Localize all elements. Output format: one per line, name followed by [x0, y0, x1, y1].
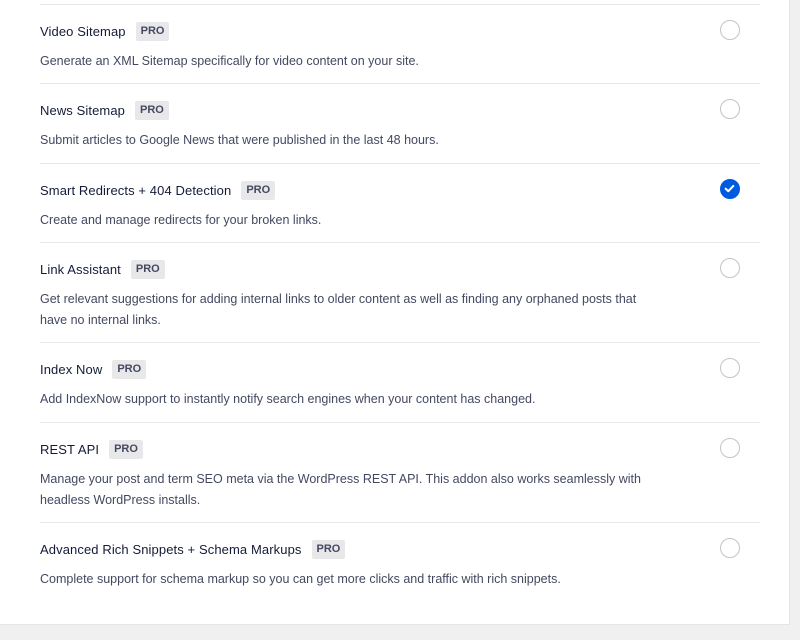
addon-name: REST API	[40, 442, 100, 457]
addon-description: Complete support for schema markup so yo…	[40, 572, 561, 586]
addon-checkbox[interactable]	[720, 438, 740, 458]
addon-title-row: Video Sitemap PRO	[40, 22, 170, 41]
addon-title-row: Smart Redirects + 404 Detection PRO	[40, 181, 276, 200]
addon-link-assistant: Link Assistant PRO Get relevant suggesti…	[40, 243, 760, 343]
addon-smart-redirects: Smart Redirects + 404 Detection PRO Crea…	[40, 164, 760, 243]
pro-badge: PRO	[130, 260, 165, 279]
addon-checkbox[interactable]	[720, 99, 740, 119]
addon-description: Submit articles to Google News that were…	[40, 133, 439, 147]
addons-panel: Video Sitemap PRO Generate an XML Sitema…	[0, 0, 790, 625]
addon-name: News Sitemap	[40, 103, 126, 118]
addon-title-row: Link Assistant PRO	[40, 260, 165, 279]
addon-index-now: Index Now PRO Add IndexNow support to in…	[40, 343, 760, 423]
addon-title-row: Advanced Rich Snippets + Schema Markups …	[40, 540, 346, 559]
addon-checkbox[interactable]	[720, 258, 740, 278]
addon-description: Manage your post and term SEO meta via t…	[40, 472, 641, 507]
addon-rest-api: REST API PRO Manage your post and term S…	[40, 423, 760, 523]
addon-checkbox[interactable]	[720, 358, 740, 378]
addon-name: Smart Redirects + 404 Detection	[40, 183, 232, 198]
addon-title-row: Index Now PRO	[40, 360, 147, 379]
addon-news-sitemap: News Sitemap PRO Submit articles to Goog…	[40, 84, 760, 164]
addon-video-sitemap: Video Sitemap PRO Generate an XML Sitema…	[40, 5, 760, 84]
pro-badge: PRO	[311, 540, 346, 559]
addon-rich-snippets: Advanced Rich Snippets + Schema Markups …	[40, 523, 760, 603]
check-icon	[724, 184, 735, 193]
addon-name: Link Assistant	[40, 262, 121, 277]
addon-checkbox-checked[interactable]	[720, 179, 740, 199]
addon-description: Add IndexNow support to instantly notify…	[40, 392, 536, 406]
addon-description: Get relevant suggestions for adding inte…	[40, 292, 637, 327]
addon-name: Video Sitemap	[40, 24, 126, 39]
addon-name: Index Now	[40, 362, 103, 377]
pro-badge: PRO	[135, 101, 169, 120]
pro-badge: PRO	[112, 360, 147, 379]
pro-badge: PRO	[109, 440, 143, 459]
pro-badge: PRO	[241, 181, 276, 200]
addon-title-row: News Sitemap PRO	[40, 101, 169, 120]
addon-description: Create and manage redirects for your bro…	[40, 213, 322, 227]
addon-title-row: REST API PRO	[40, 440, 143, 459]
addon-description: Generate an XML Sitemap specifically for…	[40, 54, 419, 68]
addon-checkbox[interactable]	[720, 20, 740, 40]
addon-name: Advanced Rich Snippets + Schema Markups	[40, 542, 302, 557]
pro-badge: PRO	[135, 22, 170, 41]
addon-checkbox[interactable]	[720, 538, 740, 558]
